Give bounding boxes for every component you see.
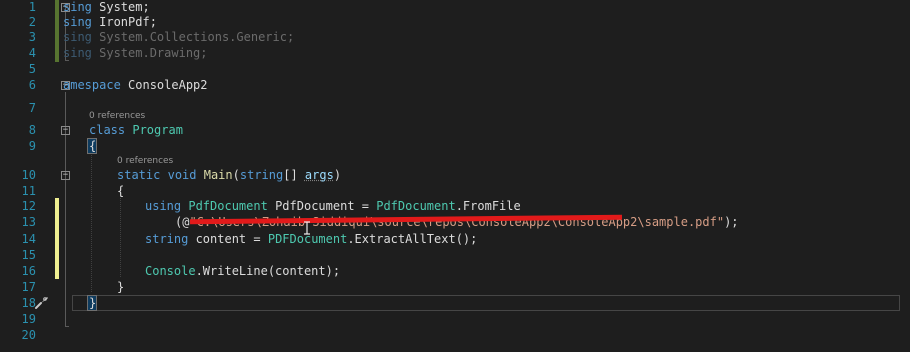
code-line-16[interactable]: Console.WriteLine(content); — [145, 263, 340, 279]
parameter-name: args — [304, 168, 334, 182]
code-line-18[interactable]: } — [89, 295, 96, 311]
code-text: (@ — [175, 215, 190, 229]
code-text: ( — [232, 168, 240, 182]
outline-line — [65, 326, 69, 327]
code-text-unused: System.Drawing; — [91, 46, 208, 60]
indent-guide — [91, 150, 92, 292]
type-name: PdfDocument — [376, 199, 456, 213]
class-name: Program — [132, 123, 183, 137]
line-number: 20 — [21, 328, 36, 342]
keyword: sing — [63, 15, 92, 29]
code-text: [] — [283, 168, 305, 182]
line-number: 11 — [21, 184, 36, 198]
line-number: 13 — [21, 215, 36, 229]
type-name: PdfDocument — [188, 199, 268, 213]
keyword: string — [145, 232, 189, 246]
code-text-unused: System.Collections.Generic; — [91, 30, 295, 44]
indent-guide — [120, 195, 121, 277]
codelens-references[interactable]: 0 references — [89, 110, 145, 122]
code-text: .WriteLine(content); — [195, 264, 341, 278]
line-number: 6 — [28, 78, 36, 92]
line-number: 15 — [21, 248, 36, 262]
namespace-name: ConsoleApp2 — [120, 78, 208, 92]
code-line-9[interactable]: { — [89, 138, 96, 154]
code-line-10[interactable]: static void Main(string[] args) — [117, 167, 341, 183]
code-text: IronPdf; — [91, 15, 157, 29]
line-number: 1 — [28, 0, 36, 14]
text-cursor-icon — [304, 221, 310, 235]
code-line-17[interactable]: } — [117, 279, 124, 295]
line-number: 8 — [28, 123, 36, 137]
line-number: 17 — [21, 280, 36, 294]
code-text: ) — [333, 168, 342, 182]
line-number: 5 — [28, 62, 36, 76]
keyword-unused: sing — [63, 46, 92, 60]
code-text: content = — [188, 232, 268, 246]
code-line-8[interactable]: class Program — [89, 122, 183, 138]
keyword: void — [167, 168, 197, 182]
code-text: ); — [724, 215, 739, 229]
code-text: .FromFile — [455, 199, 521, 213]
code-line-4[interactable]: sing System.Drawing; — [63, 45, 208, 61]
line-number: 9 — [28, 139, 36, 153]
brace: { — [89, 139, 97, 153]
codelens-references[interactable]: 0 references — [117, 155, 173, 167]
code-line-3[interactable]: sing System.Collections.Generic; — [63, 29, 294, 45]
keyword-unused: sing — [63, 30, 92, 44]
brace: { — [117, 184, 125, 198]
keyword: using — [145, 199, 182, 213]
code-line-12[interactable]: using PdfDocument PdfDocument = PdfDocum… — [145, 198, 521, 214]
code-text: .ExtractAllText(); — [347, 232, 478, 246]
brace: } — [89, 296, 97, 310]
code-line-1[interactable]: sing System; — [63, 0, 150, 15]
keyword: static — [117, 168, 161, 182]
change-marker-unsaved — [55, 198, 59, 279]
line-number: 3 — [28, 30, 36, 44]
fold-minus-icon[interactable]: − — [61, 171, 70, 180]
line-number: 10 — [21, 168, 36, 182]
line-number: 12 — [21, 199, 36, 213]
line-number: 2 — [28, 15, 36, 29]
code-text: System; — [91, 0, 150, 14]
keyword: sing — [63, 0, 92, 14]
keyword: string — [239, 168, 284, 182]
change-marker-saved — [55, 0, 59, 62]
method-name: Main — [203, 168, 233, 182]
code-line-2[interactable]: sing IronPdf; — [63, 14, 157, 30]
line-number: 14 — [21, 232, 36, 246]
brace: } — [117, 280, 125, 294]
line-number: 7 — [28, 101, 36, 115]
code-editor[interactable]: 1 2 3 4 5 6 7 8 9 10 11 12 13 14 15 16 1… — [0, 0, 910, 352]
current-line-highlight — [72, 295, 900, 311]
line-number: 4 — [28, 46, 36, 60]
code-line-11[interactable]: { — [117, 183, 124, 199]
line-number: 19 — [21, 312, 36, 326]
type-name: Console — [145, 264, 196, 278]
code-text: PdfDocument = — [267, 199, 377, 213]
keyword: class — [89, 123, 126, 137]
line-number: 16 — [21, 264, 36, 278]
code-line-6[interactable]: amespace ConsoleApp2 — [63, 77, 208, 93]
line-number: 18 — [21, 296, 36, 310]
keyword: amespace — [63, 78, 121, 92]
fold-minus-icon[interactable]: − — [61, 126, 70, 135]
screwdriver-icon[interactable] — [34, 294, 50, 310]
